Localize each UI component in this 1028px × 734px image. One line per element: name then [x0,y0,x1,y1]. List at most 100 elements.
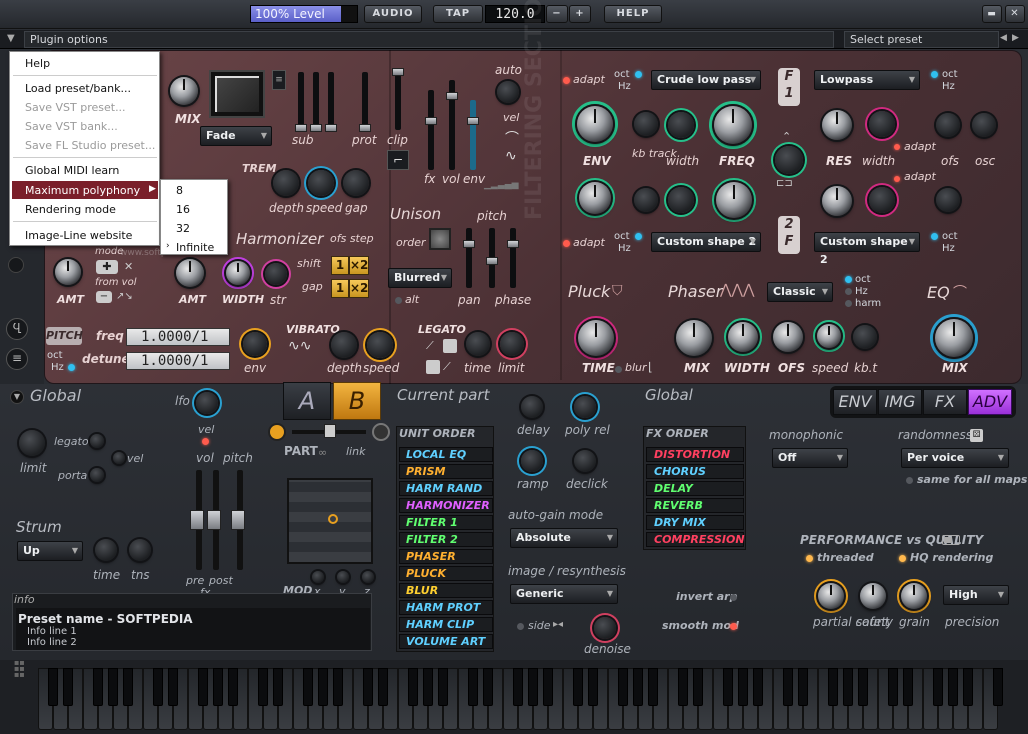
black-key[interactable] [858,668,868,706]
vibrato-speed-knob[interactable] [367,332,393,358]
black-key[interactable] [123,668,133,706]
menu-item-help[interactable]: Help [25,57,50,70]
trem-speed-knob[interactable] [308,170,334,196]
prot-slider[interactable] [359,124,371,132]
invert-arp-led[interactable] [730,594,737,601]
minimize-icon[interactable]: ▬ [982,5,1002,23]
legato-limit-knob[interactable] [500,332,524,356]
unit-order-item[interactable]: HARM PROT [399,600,493,615]
plugin-options-field[interactable]: Plugin options [24,31,834,48]
filter2-adapt-led[interactable] [563,240,570,247]
menu-item-load-preset[interactable]: Load preset/bank... [25,82,131,95]
legato-small-knob[interactable] [90,434,104,448]
unit-order-item[interactable]: FILTER 2 [399,532,493,547]
black-key[interactable] [528,668,538,706]
fx-order-item[interactable]: COMPRESSION [646,532,745,547]
phaser-hz-led[interactable] [845,288,852,295]
pluck-time-knob[interactable] [578,320,614,356]
filter1-freq-knob[interactable] [714,106,752,144]
phaser-ofs-knob[interactable] [773,322,803,352]
pitch-section-button[interactable]: PITCH [46,327,83,345]
fx-order-item[interactable]: DRY MIX [646,515,744,530]
tab-img[interactable]: IMG [878,389,922,415]
black-key[interactable] [318,668,328,706]
filter1-shape-dropdown[interactable]: Crude low pass [651,70,761,90]
tempo-minus-button[interactable]: − [546,5,568,23]
hq-rendering-led[interactable] [899,555,906,562]
black-key[interactable] [648,668,658,706]
menu-item-save-vst-bank[interactable]: Save VST bank... [25,120,118,133]
vibrato-wave-icon[interactable]: ∿∿ [288,338,320,354]
phaser-kbt-knob[interactable] [853,325,877,349]
legato-mode-button[interactable] [443,339,457,353]
filter1-osc-knob[interactable] [972,113,996,137]
image-resynthesis-dropdown[interactable]: Generic [510,584,618,604]
unit-order-item[interactable]: HARM RAND [399,481,493,496]
mod-y-knob[interactable] [337,571,349,583]
harm-str-knob[interactable] [265,263,287,285]
filter-link-up-icon[interactable]: ⌃ [782,130,791,143]
phaser-oct-led[interactable] [845,276,852,283]
black-key[interactable] [513,668,523,706]
from-vol-minus-button[interactable]: − [96,291,112,303]
black-key[interactable] [333,668,343,706]
black-key[interactable] [993,668,1003,706]
menu-lines-icon[interactable]: ≡ [6,348,28,370]
vibrato-depth-knob[interactable] [331,332,357,358]
black-key[interactable] [903,668,913,706]
tempo-plus-button[interactable]: + [569,5,591,23]
black-key[interactable] [303,668,313,706]
unit-order-item[interactable]: PHASER [399,549,493,564]
declick-knob[interactable] [574,450,596,472]
black-key[interactable] [363,668,373,706]
fx-order-item[interactable]: DISTORTION [646,447,744,462]
lfo-knob[interactable] [196,392,218,414]
part-link-button[interactable] [372,423,390,441]
unit-order-item[interactable]: VOLUME ART [399,634,493,649]
close-icon[interactable]: ✕ [1005,5,1025,23]
black-key[interactable] [798,668,808,706]
phase-slider[interactable] [507,240,519,248]
harm-amt-knob[interactable] [176,259,204,287]
audio-button[interactable]: AUDIO [364,5,422,23]
fade-dropdown[interactable]: Fade [200,126,272,146]
fx-order-item[interactable]: CHORUS [646,464,744,479]
black-key[interactable] [258,668,268,706]
pre-slider[interactable] [190,510,204,530]
black-key[interactable] [168,668,178,706]
unit-order-item[interactable]: LOCAL EQ [399,447,493,462]
tab-fx[interactable]: FX [923,389,967,415]
filter1-adapt-led[interactable] [563,77,570,84]
fx-order-item[interactable]: REVERB [646,498,744,513]
black-key[interactable] [588,668,598,706]
filter2-width-knob[interactable] [668,187,694,213]
fx-slider[interactable] [425,117,437,125]
vel-small-knob[interactable] [113,452,125,464]
limit-knob[interactable] [19,430,45,456]
filter1-kb-track-knob[interactable] [634,112,658,136]
unit-order-item[interactable]: PRISM [399,464,493,479]
menu-item-max-polyphony[interactable]: Maximum polyphony [25,184,140,197]
harmor-logo-icon[interactable]: Ⴁ [6,318,28,340]
mode-x-icon[interactable]: ✕ [124,260,140,274]
submenu-item-32[interactable]: 32 [176,222,190,235]
poly-rel-knob[interactable] [574,396,596,418]
smooth-mod-led[interactable] [730,623,737,630]
unison-order-button[interactable] [429,228,451,250]
menu-item-global-midi-learn[interactable]: Global MIDI learn [25,164,119,177]
sub2-slider[interactable] [310,124,322,132]
global-arrow-icon[interactable]: ▼ [10,390,24,404]
filter2-width2-knob[interactable] [869,187,895,213]
filter-link-icon[interactable]: ⊏⊐ [776,178,793,189]
freq-ratio-box[interactable]: 1.0000/1 [126,328,230,346]
phaser-width-knob[interactable] [728,322,758,352]
unison-blurred-dropdown[interactable]: Blurred [388,268,452,288]
pitch-slider-rack[interactable] [231,510,245,530]
pitch-env-knob[interactable] [243,332,267,356]
filter1-env-knob[interactable] [577,106,613,142]
side-arrows-icon[interactable]: ▸◂ [553,619,563,630]
part-toggle-button[interactable] [268,423,286,441]
black-key[interactable] [198,668,208,706]
black-key[interactable] [738,668,748,706]
preset-next-icon[interactable]: ▶ [1012,33,1019,43]
